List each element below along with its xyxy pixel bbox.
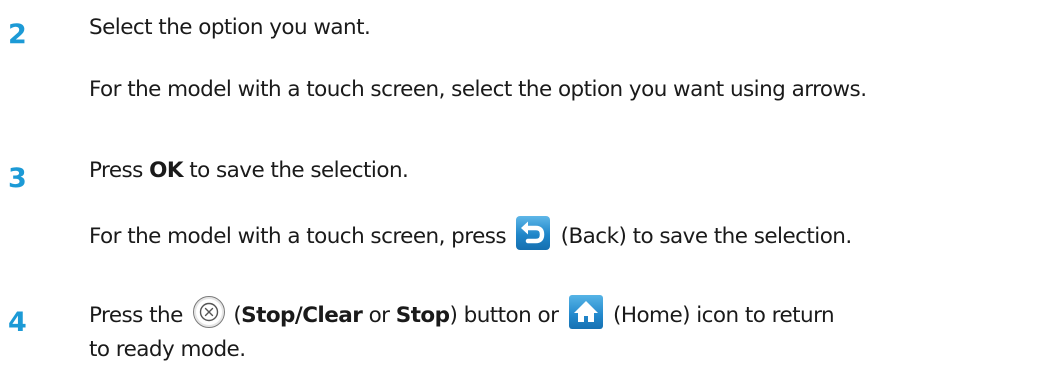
step-number: 4: [8, 307, 27, 338]
ok-key-label: OK: [149, 158, 183, 183]
text: or: [362, 303, 396, 328]
stop-clear-icon: [193, 296, 226, 328]
step-number: 2: [8, 19, 27, 50]
stop-label: Stop: [395, 303, 450, 328]
step-note: For the model with a touch screen, press…: [89, 216, 853, 250]
back-arrow-icon: [516, 216, 551, 250]
step-note: For the model with a touch screen, selec…: [89, 77, 867, 102]
step-instruction: Press OK to save the selection.: [89, 158, 409, 183]
text: to save the selection.: [182, 158, 409, 183]
step-instruction: Press the (Stop/Clear or Stop) button or…: [89, 295, 835, 329]
text: (Home) icon to return: [606, 303, 835, 328]
text: (: [227, 303, 242, 328]
text: For the model with a touch screen, press: [89, 224, 513, 249]
stop-clear-label: Stop/Clear: [241, 303, 363, 328]
step-number: 3: [8, 163, 27, 194]
text: (Back) to save the selection.: [554, 224, 853, 249]
text: ) button or: [449, 303, 565, 328]
text: Press the: [89, 303, 190, 328]
step-instruction: Select the option you want.: [89, 15, 371, 40]
text: Press: [89, 158, 150, 183]
step-continuation: to ready mode.: [89, 337, 246, 362]
home-icon: [568, 295, 603, 329]
